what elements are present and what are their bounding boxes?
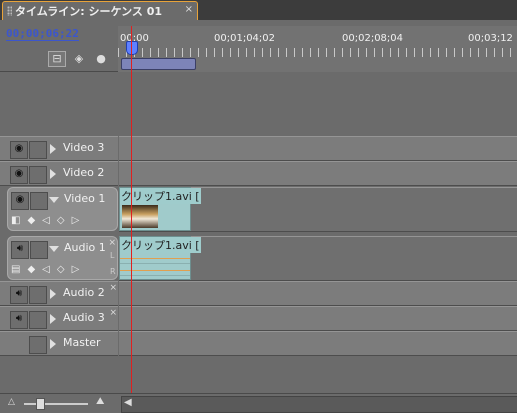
expand-triangle-icon[interactable] [50, 289, 56, 299]
playhead-line[interactable] [131, 26, 132, 401]
keyframe-controls: ◧ ◆ ◁ ◇ ▷ [11, 215, 86, 226]
close-icon[interactable]: × [185, 4, 193, 15]
track-name: Audio 3 [63, 311, 105, 324]
empty-track-area [0, 357, 517, 393]
track-lane-audio-3[interactable] [119, 306, 517, 331]
track-header-master: Master [0, 331, 118, 356]
track-lane-master[interactable] [119, 331, 517, 356]
expand-triangle-icon[interactable] [50, 169, 56, 179]
waveform-icon[interactable]: ▤ [11, 264, 20, 275]
playhead-handle-icon[interactable] [126, 41, 138, 55]
clip-label: クリップ1.avi [ [120, 188, 201, 204]
track-header-video-1: ◉ Video 1 ◧ ◆ ◁ ◇ ▷ [7, 187, 118, 231]
bottom-bar: △ ⛰︎ ◀ [0, 393, 517, 413]
keyframe-icon[interactable]: ◆ [27, 215, 35, 226]
track-name: Video 2 [63, 166, 105, 179]
track-header-video-3: ◉ Video 3 [0, 136, 118, 161]
clip-label: クリップ1.avi [ [120, 237, 201, 253]
sync-icon: ⨯ [109, 283, 117, 293]
ruler-label: 00;02;08;04 [342, 33, 404, 44]
current-timecode[interactable]: 00;00;06;22 [6, 27, 79, 41]
zoom-slider[interactable] [24, 403, 88, 405]
empty-track-area [0, 73, 517, 135]
ruler-label: 00;01;04;02 [214, 33, 276, 44]
audio-clip[interactable]: クリップ1.avi [ [119, 236, 201, 280]
track-header-audio-1: 🔊︎ Audio 1 ⨯ ▤ ◆ ◁ ◇ ▷ [7, 236, 118, 280]
eye-icon[interactable]: ◉ [11, 192, 29, 210]
eye-icon[interactable]: ◉ [10, 141, 28, 159]
tab-bar: タイムライン: シーケンス 01 × [0, 0, 517, 20]
track-lane-video-3[interactable] [119, 136, 517, 161]
prev-keyframe-icon[interactable]: ◁ [42, 264, 50, 275]
track-name: Video 1 [64, 192, 106, 205]
marker-icon[interactable]: ◈ [70, 51, 88, 67]
tab-title: タイムライン: シーケンス 01 [15, 5, 163, 18]
keyframe-drop-icon[interactable]: ● [92, 51, 110, 67]
zoom-in-icon[interactable]: ⛰︎ [96, 396, 104, 407]
channel-left-label: L [110, 251, 115, 260]
collapse-triangle-icon[interactable] [49, 197, 59, 203]
track-name: Audio 1 [64, 241, 106, 254]
ruler-label: 00;03;12 [468, 33, 513, 44]
eye-icon[interactable]: ◉ [10, 166, 28, 184]
add-keyframe-icon[interactable]: ◇ [57, 215, 65, 226]
grip-icon[interactable] [7, 6, 12, 16]
lock-toggle[interactable] [29, 286, 47, 304]
zoom-slider-thumb[interactable] [36, 398, 45, 410]
scroll-left-icon[interactable]: ◀ [124, 397, 132, 408]
track-name: Master [63, 336, 101, 349]
lock-toggle[interactable] [30, 192, 48, 210]
ruler-ticks [118, 48, 517, 57]
next-keyframe-icon[interactable]: ▷ [72, 215, 80, 226]
keyframe-icon[interactable]: ◆ [27, 264, 35, 275]
track-lane-video-2[interactable] [119, 161, 517, 186]
speaker-icon[interactable]: 🔊︎ [10, 311, 28, 329]
expand-triangle-icon[interactable] [50, 339, 56, 349]
track-name: Video 3 [63, 141, 105, 154]
sync-icon: ⨯ [109, 308, 117, 318]
tab-timeline[interactable]: タイムライン: シーケンス 01 × [2, 1, 198, 20]
keyframe-controls: ▤ ◆ ◁ ◇ ▷ [11, 264, 86, 275]
time-ruler[interactable]: 00;00 00;01;04;02 00;02;08;04 00;03;12 [118, 26, 517, 72]
horizontal-scrollbar[interactable]: ◀ [121, 396, 517, 413]
lock-toggle[interactable] [29, 311, 47, 329]
display-style-icon[interactable]: ◧ [11, 215, 20, 226]
work-area-bar[interactable] [121, 58, 196, 70]
snap-icon[interactable]: ⊟ [48, 51, 66, 67]
lock-toggle[interactable] [29, 166, 47, 184]
track-header-audio-2: 🔊︎ Audio 2 ⨯ [0, 281, 118, 306]
prev-keyframe-icon[interactable]: ◁ [42, 215, 50, 226]
add-keyframe-icon[interactable]: ◇ [57, 264, 65, 275]
track-header-video-2: ◉ Video 2 [0, 161, 118, 186]
next-keyframe-icon[interactable]: ▷ [72, 264, 80, 275]
zoom-out-icon[interactable]: △ [8, 397, 15, 407]
speaker-icon[interactable]: 🔊︎ [10, 286, 28, 304]
collapse-triangle-icon[interactable] [49, 246, 59, 252]
expand-triangle-icon[interactable] [50, 314, 56, 324]
lock-toggle[interactable] [29, 336, 47, 354]
sync-icon: ⨯ [108, 238, 116, 248]
lock-toggle[interactable] [30, 241, 48, 259]
track-name: Audio 2 [63, 286, 105, 299]
clip-thumbnail [122, 205, 158, 228]
lock-toggle[interactable] [29, 141, 47, 159]
video-clip[interactable]: クリップ1.avi [ [119, 187, 201, 231]
speaker-icon[interactable]: 🔊︎ [11, 241, 29, 259]
track-header-audio-3: 🔊︎ Audio 3 ⨯ [0, 306, 118, 331]
track-lane-audio-2[interactable] [119, 281, 517, 306]
expand-triangle-icon[interactable] [50, 144, 56, 154]
channel-right-label: R [110, 267, 116, 276]
